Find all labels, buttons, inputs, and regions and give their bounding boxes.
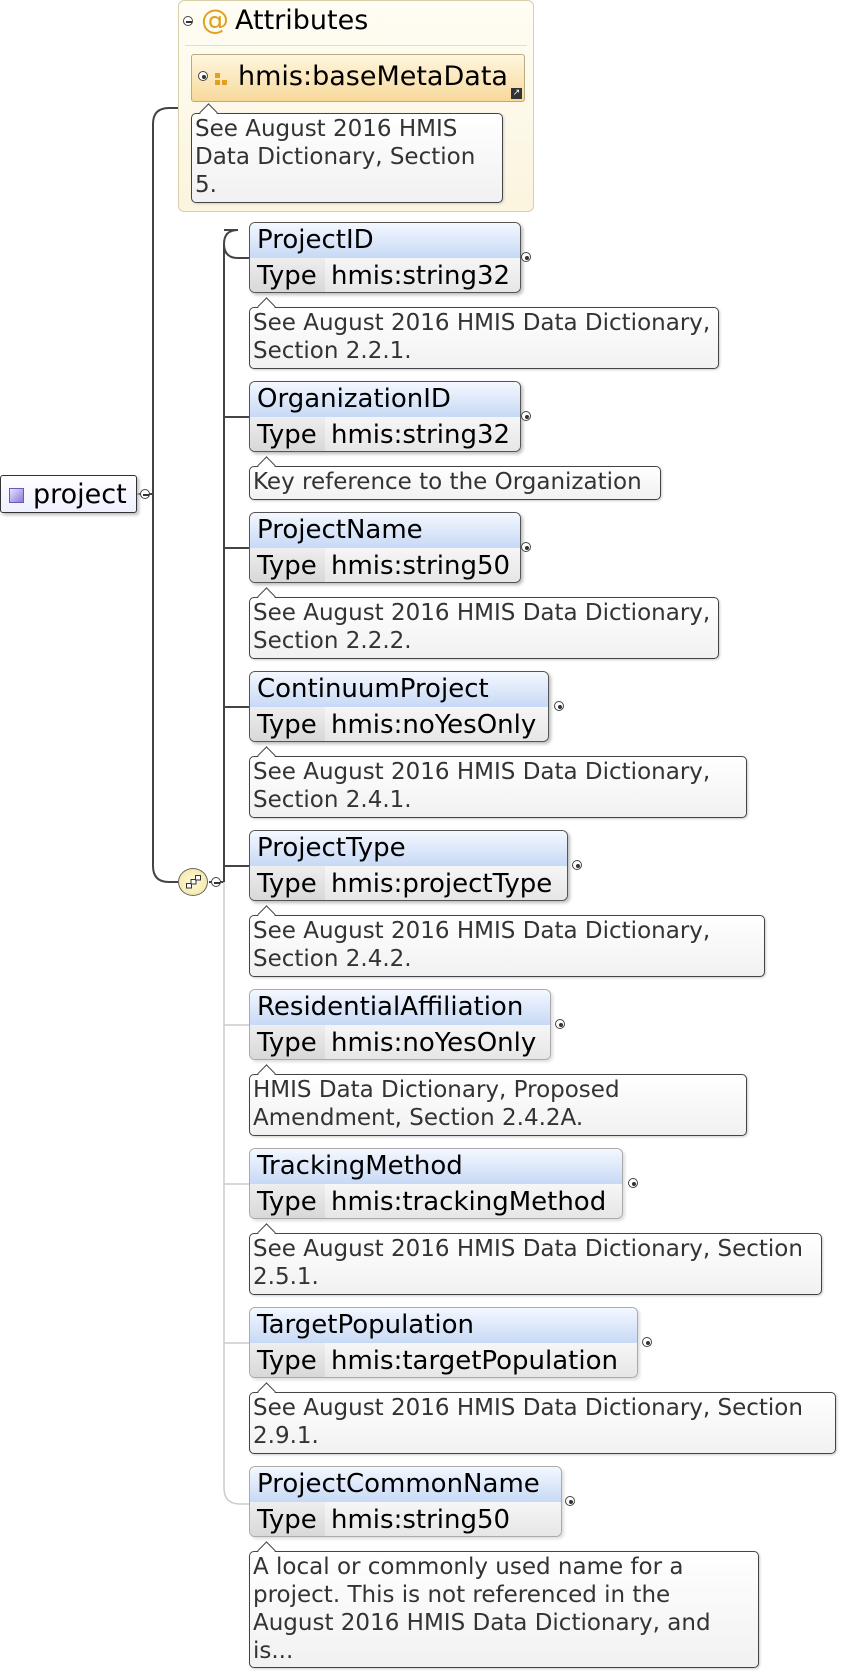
type-value: hmis:noYesOnly bbox=[331, 710, 537, 740]
attribute-at-icon: @ bbox=[201, 3, 229, 36]
documentation-text: See August 2016 HMIS Data Dictionary, Se… bbox=[253, 759, 711, 813]
root-element-label: project bbox=[33, 479, 127, 510]
attribute-group-icon bbox=[215, 73, 229, 85]
element-name: ProjectID bbox=[250, 223, 520, 258]
type-value: hmis:noYesOnly bbox=[331, 1028, 537, 1058]
type-label: Type bbox=[250, 707, 325, 741]
root-element-project[interactable]: project bbox=[0, 475, 137, 513]
element-name: ContinuumProject bbox=[250, 672, 548, 707]
expand-toggle-icon[interactable] bbox=[572, 860, 582, 870]
type-label: Type bbox=[250, 548, 325, 582]
element-projectid[interactable]: ProjectID Type hmis:string32 bbox=[249, 222, 521, 293]
documentation-text: HMIS Data Dictionary, Proposed Amendment… bbox=[253, 1077, 620, 1131]
element-projectcommonname[interactable]: ProjectCommonName Type hmis:string50 bbox=[249, 1466, 562, 1537]
element-name: TrackingMethod bbox=[250, 1149, 622, 1184]
documentation-text: See August 2016 HMIS Data Dictionary, Se… bbox=[253, 600, 711, 654]
type-label: Type bbox=[250, 866, 325, 900]
type-value: hmis:string50 bbox=[331, 551, 511, 581]
documentation-note: HMIS Data Dictionary, Proposed Amendment… bbox=[249, 1064, 747, 1136]
element-name: ResidentialAffiliation bbox=[250, 990, 550, 1025]
documentation-text: A local or commonly used name for a proj… bbox=[253, 1554, 711, 1664]
type-label: Type bbox=[250, 1025, 325, 1059]
type-label: Type bbox=[250, 1184, 325, 1218]
expand-toggle-icon[interactable] bbox=[555, 1019, 565, 1029]
expand-toggle-icon[interactable] bbox=[554, 701, 564, 711]
attributes-collapse-icon[interactable] bbox=[183, 16, 193, 26]
element-name: OrganizationID bbox=[250, 382, 520, 417]
type-value: hmis:string50 bbox=[331, 1505, 511, 1535]
documentation-text: Key reference to the Organization bbox=[253, 469, 642, 495]
documentation-text: See August 2016 HMIS Data Dictionary, Se… bbox=[195, 116, 476, 198]
type-label: Type bbox=[250, 1343, 325, 1377]
expand-toggle-icon[interactable] bbox=[565, 1496, 575, 1506]
type-value: hmis:string32 bbox=[331, 420, 511, 450]
element-organizationid[interactable]: OrganizationID Type hmis:string32 bbox=[249, 381, 521, 452]
expand-toggle-icon[interactable] bbox=[628, 1178, 638, 1188]
type-value: hmis:projectType bbox=[331, 869, 553, 899]
element-name: ProjectType bbox=[250, 831, 567, 866]
documentation-note: See August 2016 HMIS Data Dictionary, Se… bbox=[191, 103, 503, 203]
documentation-note: Key reference to the Organization bbox=[249, 456, 661, 500]
expand-toggle-icon[interactable] bbox=[521, 542, 531, 552]
documentation-text: See August 2016 HMIS Data Dictionary, Se… bbox=[253, 1395, 803, 1449]
element-targetpopulation[interactable]: TargetPopulation Type hmis:targetPopulati… bbox=[249, 1307, 638, 1378]
expand-toggle-icon[interactable] bbox=[521, 411, 531, 421]
reference-link-icon[interactable]: ↗ bbox=[511, 88, 522, 99]
documentation-note: See August 2016 HMIS Data Dictionary, Se… bbox=[249, 587, 719, 659]
documentation-note: See August 2016 HMIS Data Dictionary, Se… bbox=[249, 905, 765, 977]
type-value: hmis:targetPopulation bbox=[331, 1346, 618, 1376]
sequence-compositor-icon[interactable] bbox=[178, 868, 208, 896]
type-label: Type bbox=[250, 258, 325, 292]
sequence-icon bbox=[186, 875, 201, 889]
attribute-group-label: hmis:baseMetaData bbox=[238, 61, 508, 92]
documentation-note: A local or commonly used name for a proj… bbox=[249, 1541, 759, 1668]
type-value: hmis:string32 bbox=[331, 261, 511, 291]
complex-element-icon bbox=[9, 488, 24, 503]
element-projectname[interactable]: ProjectName Type hmis:string50 bbox=[249, 512, 521, 583]
documentation-text: See August 2016 HMIS Data Dictionary, Se… bbox=[253, 310, 711, 364]
documentation-note: See August 2016 HMIS Data Dictionary, Se… bbox=[249, 1382, 836, 1454]
collapse-toggle-icon[interactable] bbox=[140, 489, 150, 499]
element-continuumproject[interactable]: ContinuumProject Type hmis:noYesOnly bbox=[249, 671, 549, 742]
expand-toggle-icon[interactable] bbox=[198, 71, 208, 81]
type-label: Type bbox=[250, 1502, 325, 1536]
attributes-divider bbox=[185, 45, 527, 46]
documentation-note: See August 2016 HMIS Data Dictionary, Se… bbox=[249, 746, 747, 818]
element-projecttype[interactable]: ProjectType Type hmis:projectType bbox=[249, 830, 568, 901]
expand-toggle-icon[interactable] bbox=[642, 1337, 652, 1347]
documentation-text: See August 2016 HMIS Data Dictionary, Se… bbox=[253, 918, 711, 972]
element-residentialaffiliation[interactable]: ResidentialAffiliation Type hmis:noYesOnl… bbox=[249, 989, 551, 1060]
type-label: Type bbox=[250, 417, 325, 451]
type-value: hmis:trackingMethod bbox=[331, 1187, 607, 1217]
element-trackingmethod[interactable]: TrackingMethod Type hmis:trackingMethod bbox=[249, 1148, 623, 1219]
element-name: ProjectCommonName bbox=[250, 1467, 561, 1502]
attributes-title: Attributes bbox=[235, 5, 369, 36]
attribute-group-basemetadata[interactable]: hmis:baseMetaData ↗ bbox=[191, 54, 525, 102]
documentation-note: See August 2016 HMIS Data Dictionary, Se… bbox=[249, 1223, 822, 1295]
expand-toggle-icon[interactable] bbox=[521, 252, 531, 262]
documentation-text: See August 2016 HMIS Data Dictionary, Se… bbox=[253, 1236, 803, 1290]
documentation-note: See August 2016 HMIS Data Dictionary, Se… bbox=[249, 297, 719, 369]
element-name: ProjectName bbox=[250, 513, 520, 548]
element-name: TargetPopulation bbox=[250, 1308, 637, 1343]
sequence-collapse-icon[interactable] bbox=[211, 877, 221, 887]
